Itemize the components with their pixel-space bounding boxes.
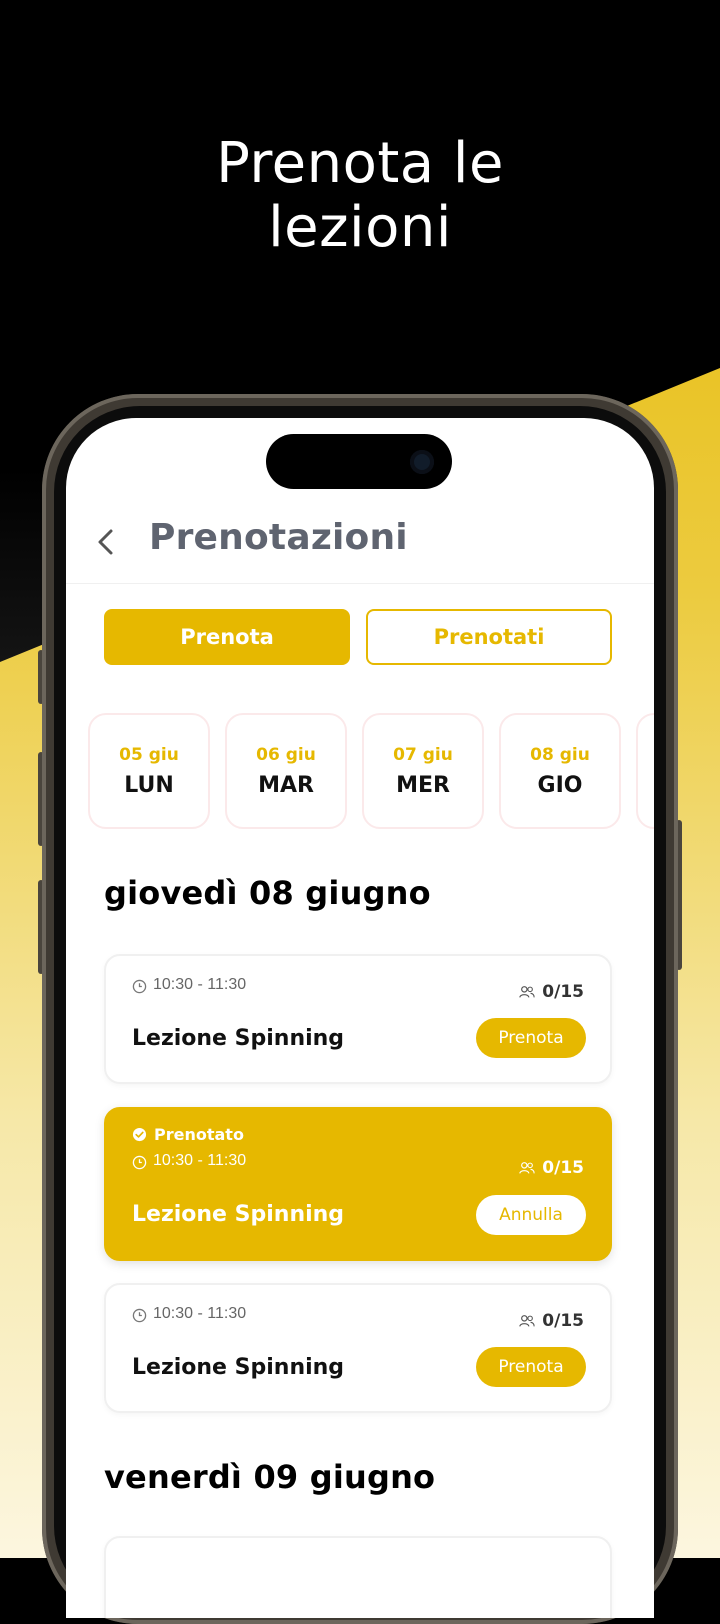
page-title: Prenotazioni	[149, 517, 408, 558]
lesson-title: Lezione Spinning	[132, 1202, 345, 1227]
app-screen: Prenotazioni Prenota Prenotati 05 giu LU…	[66, 418, 654, 1618]
tab-prenotati[interactable]: Prenotati	[366, 609, 612, 665]
camera-lens	[410, 450, 434, 474]
lesson-card: 10:30 - 11:30 0/15 Lezione Spinning Pren…	[104, 1283, 612, 1413]
day-item-partial[interactable]	[636, 713, 654, 829]
day-item[interactable]: 06 giu MAR	[225, 713, 347, 829]
lesson-time-text: 10:30 - 11:30	[153, 1305, 247, 1322]
day-date: 08 giu	[530, 745, 590, 765]
lesson-capacity-text: 0/15	[542, 1311, 584, 1331]
clock-icon	[132, 979, 147, 994]
tab-prenota[interactable]: Prenota	[104, 609, 350, 665]
promo-headline-line2: lezioni	[268, 195, 452, 260]
booked-status: Prenotato	[132, 1125, 244, 1144]
clock-icon	[132, 1308, 147, 1323]
day-name: GIO	[537, 773, 583, 798]
day-date: 06 giu	[256, 745, 316, 765]
lesson-capacity-text: 0/15	[542, 1158, 584, 1178]
day-item[interactable]: 08 giu GIO	[499, 713, 621, 829]
lesson-time: 10:30 - 11:30	[132, 976, 246, 994]
dynamic-island	[266, 434, 452, 489]
clock-icon	[132, 1155, 147, 1170]
lesson-capacity-text: 0/15	[542, 982, 584, 1002]
book-button[interactable]: Prenota	[476, 1018, 586, 1058]
users-icon	[519, 986, 535, 998]
day-item[interactable]: 05 giu LUN	[88, 713, 210, 829]
day-selector: 05 giu LUN 06 giu MAR 07 giu MER 08 giu …	[86, 713, 654, 831]
lesson-time-text: 10:30 - 11:30	[153, 976, 247, 993]
book-button[interactable]: Prenota	[476, 1347, 586, 1387]
section-heading: giovedì 08 giugno	[104, 874, 431, 912]
day-name: MAR	[258, 773, 314, 798]
lesson-capacity: 0/15	[519, 982, 584, 1002]
day-name: LUN	[124, 773, 174, 798]
lesson-card-partial	[104, 1536, 612, 1618]
day-item[interactable]: 07 giu MER	[362, 713, 484, 829]
promo-headline: Prenota le lezioni	[0, 132, 720, 260]
day-date: 05 giu	[119, 745, 179, 765]
lesson-title: Lezione Spinning	[132, 1026, 345, 1051]
lesson-time: 10:30 - 11:30	[132, 1305, 246, 1323]
section-heading: venerdì 09 giugno	[104, 1458, 436, 1496]
app-header: Prenotazioni	[66, 513, 654, 584]
lesson-capacity: 0/15	[519, 1158, 584, 1178]
booked-status-text: Prenotato	[154, 1125, 244, 1144]
back-icon[interactable]	[94, 527, 118, 557]
lesson-card-booked: Prenotato 10:30 - 11:30 0/15 Lezione Spi…	[104, 1107, 612, 1261]
check-circle-icon	[132, 1127, 147, 1142]
users-icon	[519, 1315, 535, 1327]
lesson-title: Lezione Spinning	[132, 1355, 345, 1380]
lesson-time-text: 10:30 - 11:30	[153, 1152, 247, 1169]
cancel-button[interactable]: Annulla	[476, 1195, 586, 1235]
users-icon	[519, 1162, 535, 1174]
lesson-card: 10:30 - 11:30 0/15 Lezione Spinning Pren…	[104, 954, 612, 1084]
lesson-time: 10:30 - 11:30	[132, 1152, 246, 1170]
promo-headline-line1: Prenota le	[216, 131, 504, 196]
day-date: 07 giu	[393, 745, 453, 765]
day-name: MER	[396, 773, 450, 798]
lesson-capacity: 0/15	[519, 1311, 584, 1331]
